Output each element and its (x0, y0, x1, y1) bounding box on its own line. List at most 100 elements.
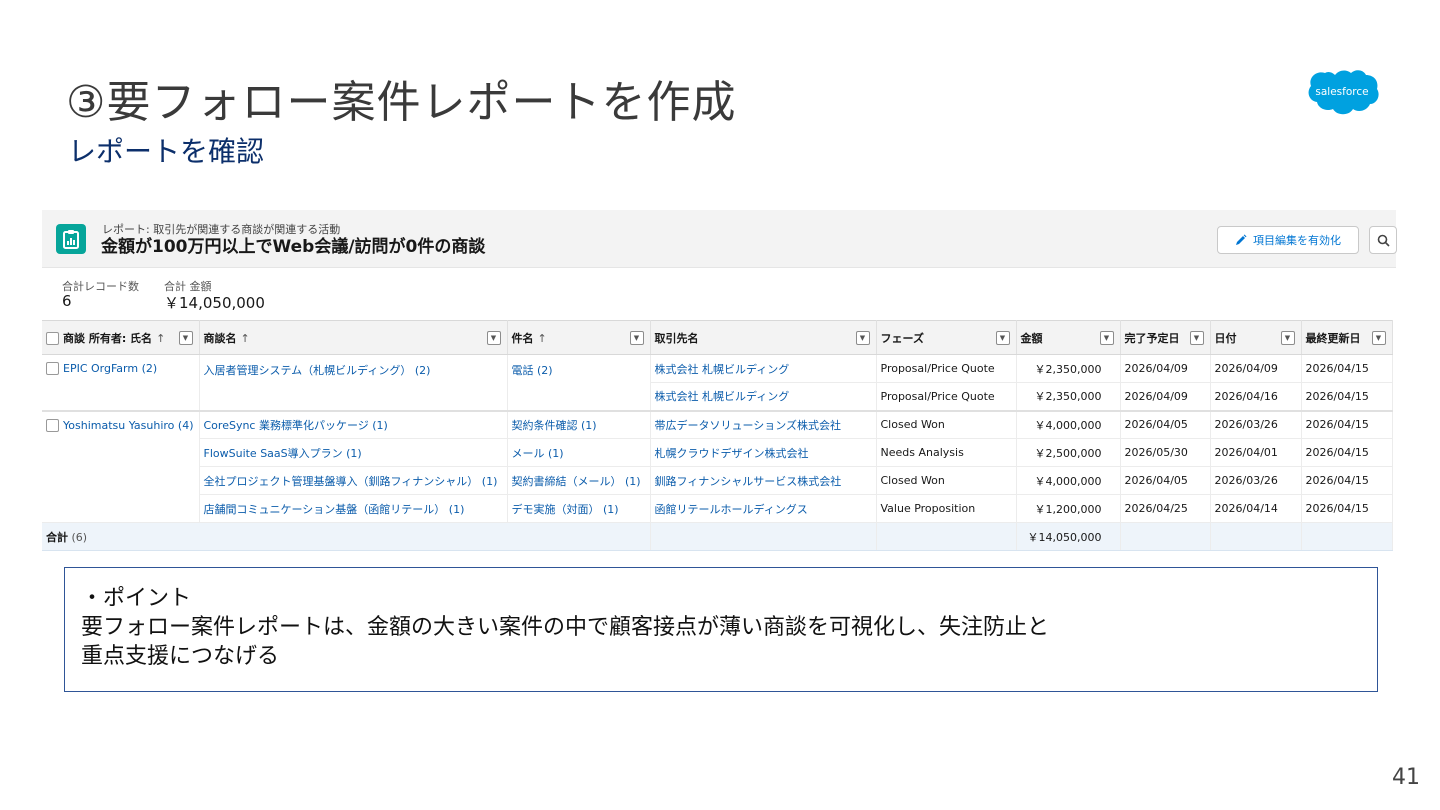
account-cell[interactable]: 函館リテールホールディングス (650, 494, 877, 523)
date-cell: 2026/04/16 (1210, 382, 1302, 411)
chevron-down-icon[interactable]: ▼ (1371, 331, 1386, 345)
row-checkbox[interactable] (46, 362, 59, 375)
salesforce-logo: salesforce (1304, 68, 1380, 120)
total-count: (6) (71, 530, 88, 544)
subject-cell[interactable]: メール (1) (507, 438, 651, 467)
table-row: EPIC OrgFarm (2) 入居者管理システム（札幌ビルディング） (2)… (42, 354, 1393, 411)
amount-cell: ￥2,500,000 (1016, 438, 1121, 467)
last-modified-cell: 2026/04/15 (1301, 494, 1393, 523)
chevron-down-icon[interactable]: ▼ (486, 331, 501, 345)
chevron-down-icon[interactable]: ▼ (629, 331, 644, 345)
amount-cell: ￥4,000,000 (1016, 409, 1121, 439)
table-row: Yoshimatsu Yasuhiro (4) CoreSync 業務標準化パッ… (42, 409, 1393, 523)
point-callout: ・ポイント 要フォロー案件レポートは、金額の大きい案件の中で顧客接点が薄い商談を… (64, 567, 1378, 692)
subject-cell[interactable]: 電話 (2) (507, 354, 651, 411)
amount-cell: ￥2,350,000 (1016, 382, 1121, 411)
close-date-cell: 2026/04/05 (1120, 466, 1211, 495)
opportunity-cell[interactable]: 店舗間コミュニケーション基盤（函館リテール） (1) (199, 494, 508, 523)
opportunity-cell[interactable]: 全社プロジェクト管理基盤導入（釧路フィナンシャル） (1) (199, 466, 508, 495)
owner-cell[interactable]: Yoshimatsu Yasuhiro (4) (42, 409, 200, 523)
chevron-down-icon[interactable]: ▼ (855, 331, 870, 345)
column-header[interactable]: フェーズ ▼ (876, 320, 1017, 355)
slide-subtitle: レポートを確認 (68, 135, 265, 168)
account-cell[interactable]: 札幌クラウドデザイン株式会社 (650, 438, 877, 467)
column-header[interactable]: 日付 ▼ (1210, 320, 1302, 355)
chevron-down-icon[interactable]: ▼ (1189, 331, 1204, 345)
point-heading: ・ポイント (81, 586, 192, 611)
owner-cell[interactable]: EPIC OrgFarm (2) (42, 354, 200, 411)
chevron-down-icon[interactable]: ▼ (995, 331, 1010, 345)
report-icon (56, 224, 86, 254)
chevron-down-icon[interactable]: ▼ (178, 331, 193, 345)
total-empty-cell (650, 522, 877, 551)
chevron-down-icon[interactable]: ▼ (1099, 331, 1114, 345)
column-header[interactable]: 最終更新日 ▼ (1301, 320, 1393, 355)
total-label-cell: 合計 (6) (42, 522, 651, 551)
close-date-cell: 2026/05/30 (1120, 438, 1211, 467)
enable-field-edit-button[interactable]: 項目編集を有効化 (1217, 226, 1359, 254)
point-text-line1: 要フォロー案件レポートは、金額の大きい案件の中で顧客接点が薄い商談を可視化し、失… (81, 615, 1050, 640)
report-panel: レポート: 取引先が関連する商談が関連する活動 金額が100万円以上でWeb会議… (42, 210, 1397, 552)
record-count-label: 合計レコード数 (62, 280, 139, 293)
opportunity-cell[interactable]: 入居者管理システム（札幌ビルディング） (2) (199, 354, 508, 411)
close-date-cell: 2026/04/09 (1120, 382, 1211, 411)
sort-arrow-icon: ↑ (240, 331, 250, 345)
phase-cell: Value Proposition (876, 494, 1017, 523)
search-button[interactable] (1369, 226, 1397, 254)
report-table: 商談 所有者: 氏名 ↑ ▼ 商談名 ↑ ▼ 件名 ↑ ▼ 取引先名 ▼ フェーズ ▼ 金額 ▼ … (42, 320, 1393, 551)
last-modified-cell: 2026/04/15 (1301, 466, 1393, 495)
opportunity-cell[interactable]: FlowSuite SaaS導入プラン (1) (199, 438, 508, 467)
date-cell: 2026/04/01 (1210, 438, 1302, 467)
chevron-down-icon[interactable]: ▼ (1280, 331, 1295, 345)
close-date-cell: 2026/04/25 (1120, 494, 1211, 523)
page-number: 41 (1392, 765, 1420, 790)
phase-cell: Proposal/Price Quote (876, 354, 1017, 383)
phase-cell: Proposal/Price Quote (876, 382, 1017, 411)
pencil-icon (1236, 234, 1247, 245)
total-empty-cell (1120, 522, 1211, 551)
subject-cell[interactable]: デモ実施（対面） (1) (507, 494, 651, 523)
column-header[interactable]: 金額 ▼ (1016, 320, 1121, 355)
last-modified-cell: 2026/04/15 (1301, 354, 1393, 383)
sort-arrow-icon: ↑ (537, 331, 547, 345)
close-date-cell: 2026/04/09 (1120, 354, 1211, 383)
total-amount-cell: ￥14,050,000 (1016, 522, 1121, 551)
subject-cell[interactable]: 契約書締結（メール） (1) (507, 466, 651, 495)
total-amount-value: ￥14,050,000 (164, 294, 265, 312)
account-cell[interactable]: 株式会社 札幌ビルディング (650, 382, 877, 411)
account-cell[interactable]: 釧路フィナンシャルサービス株式会社 (650, 466, 877, 495)
date-cell: 2026/03/26 (1210, 409, 1302, 439)
table-header-row: 商談 所有者: 氏名 ↑ ▼ 商談名 ↑ ▼ 件名 ↑ ▼ 取引先名 ▼ フェーズ ▼ 金額 ▼ … (42, 320, 1393, 355)
amount-cell: ￥1,200,000 (1016, 494, 1121, 523)
column-header[interactable]: 取引先名 ▼ (650, 320, 877, 355)
last-modified-cell: 2026/04/15 (1301, 409, 1393, 439)
column-header[interactable]: 件名 ↑ ▼ (507, 320, 651, 355)
total-row: 合計 (6) ￥14,050,000 (42, 522, 1393, 551)
select-all-checkbox[interactable] (46, 331, 59, 345)
table-row: 店舗間コミュニケーション基盤（函館リテール） (1) デモ実施（対面） (1) … (42, 494, 1393, 523)
svg-text:salesforce: salesforce (1315, 86, 1368, 98)
total-empty-cell (1210, 522, 1302, 551)
date-cell: 2026/04/09 (1210, 354, 1302, 383)
phase-cell: Closed Won (876, 409, 1017, 439)
last-modified-cell: 2026/04/15 (1301, 438, 1393, 467)
amount-cell: ￥2,350,000 (1016, 354, 1121, 383)
date-cell: 2026/04/14 (1210, 494, 1302, 523)
account-cell[interactable]: 株式会社 札幌ビルディング (650, 354, 877, 383)
column-header[interactable]: 完了予定日 ▼ (1120, 320, 1211, 355)
column-header[interactable]: 商談名 ↑ ▼ (199, 320, 508, 355)
account-cell[interactable]: 帯広データソリューションズ株式会社 (650, 409, 877, 439)
sort-arrow-icon: ↑ (156, 331, 166, 345)
opportunity-cell[interactable]: CoreSync 業務標準化パッケージ (1) (199, 409, 508, 439)
report-header: レポート: 取引先が関連する商談が関連する活動 金額が100万円以上でWeb会議… (42, 210, 1397, 268)
amount-cell: ￥4,000,000 (1016, 466, 1121, 495)
table-row: 全社プロジェクト管理基盤導入（釧路フィナンシャル） (1) 契約書締結（メール）… (42, 466, 1393, 495)
slide-title: ③要フォロー案件レポートを作成 (66, 77, 737, 128)
report-summary: 合計レコード数 6 合計 金額 ￥14,050,000 (42, 268, 1396, 320)
total-empty-cell (876, 522, 1017, 551)
subject-cell[interactable]: 契約条件確認 (1) (507, 409, 651, 439)
last-modified-cell: 2026/04/15 (1301, 382, 1393, 411)
column-header[interactable]: 商談 所有者: 氏名 ↑ ▼ (42, 320, 200, 355)
row-checkbox[interactable] (46, 418, 59, 432)
record-count-value: 6 (62, 292, 72, 310)
